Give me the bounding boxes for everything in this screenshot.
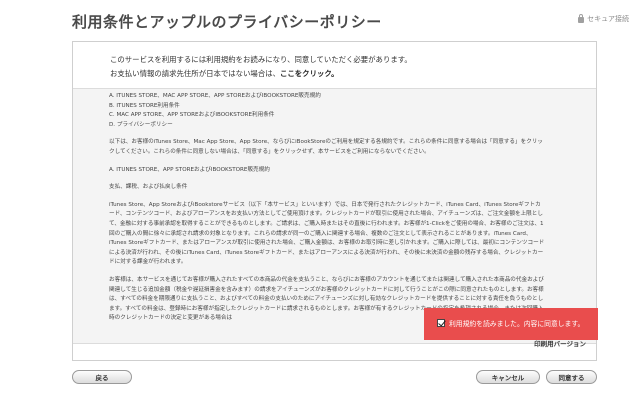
terms-paragraph-1: 以下は、お客様のiTunes Store、Mac App Store、App S… [109, 139, 543, 155]
secure-connection: セキュア接続 [578, 14, 629, 24]
toc-item-d[interactable]: D. プライバシーポリシー [109, 121, 546, 131]
terms-section-heading: A. ITUNES STORE、APP STOREおよびIBOOKSTORE販売… [109, 166, 270, 173]
agree-checkbox[interactable] [437, 319, 445, 327]
intro-line-1: このサービスを利用するには利用規約をお読みになり、同意していただく必要があります… [110, 55, 412, 64]
agree-highlight: 利用規約を読みました。内容に同意します。 [424, 308, 598, 340]
lock-icon [578, 14, 585, 23]
terms-scroll-area[interactable]: A. ITUNES STORE、MAC APP STORE、APP STOREお… [73, 88, 596, 344]
agree-checkbox-label[interactable]: 利用規約を読みました。内容に同意します。 [449, 318, 584, 328]
toc-item-a[interactable]: A. ITUNES STORE、MAC APP STORE、APP STOREお… [109, 92, 546, 102]
page-title: 利用条件とアップルのプライバシーポリシー [72, 13, 382, 31]
agree-checkbox-row[interactable]: 利用規約を読みました。内容に同意します。 [437, 318, 598, 328]
intro-line-2: お支払い情報の請求先住所が日本ではない場合は、ここをクリック。 [110, 67, 596, 81]
agree-button[interactable]: 同意する [546, 370, 597, 384]
toc-item-c[interactable]: C. MAC APP STORE、APP STOREおよびIBOOKSTORE利… [109, 111, 546, 121]
cancel-button[interactable]: キャンセル [476, 370, 540, 384]
intro-text: このサービスを利用するには利用規約をお読みになり、同意していただく必要があります… [73, 42, 596, 86]
back-button[interactable]: 戻る [72, 370, 132, 384]
terms-paragraph-2: iTunes Store、App StoreおよびiBookstoreサービス（… [109, 201, 545, 266]
terms-sub-heading: 支払、課税、および払戻し条件 [109, 184, 188, 191]
intro-line-2-prefix: お支払い情報の請求先住所が日本ではない場合は、 [110, 69, 280, 78]
secure-label: セキュア接続 [587, 15, 629, 23]
toc-item-b[interactable]: B. ITUNES STORE利用条件 [109, 102, 546, 112]
non-japan-link[interactable]: ここをクリック。 [280, 69, 339, 78]
terms-toc: A. ITUNES STORE、MAC APP STORE、APP STOREお… [109, 92, 546, 130]
